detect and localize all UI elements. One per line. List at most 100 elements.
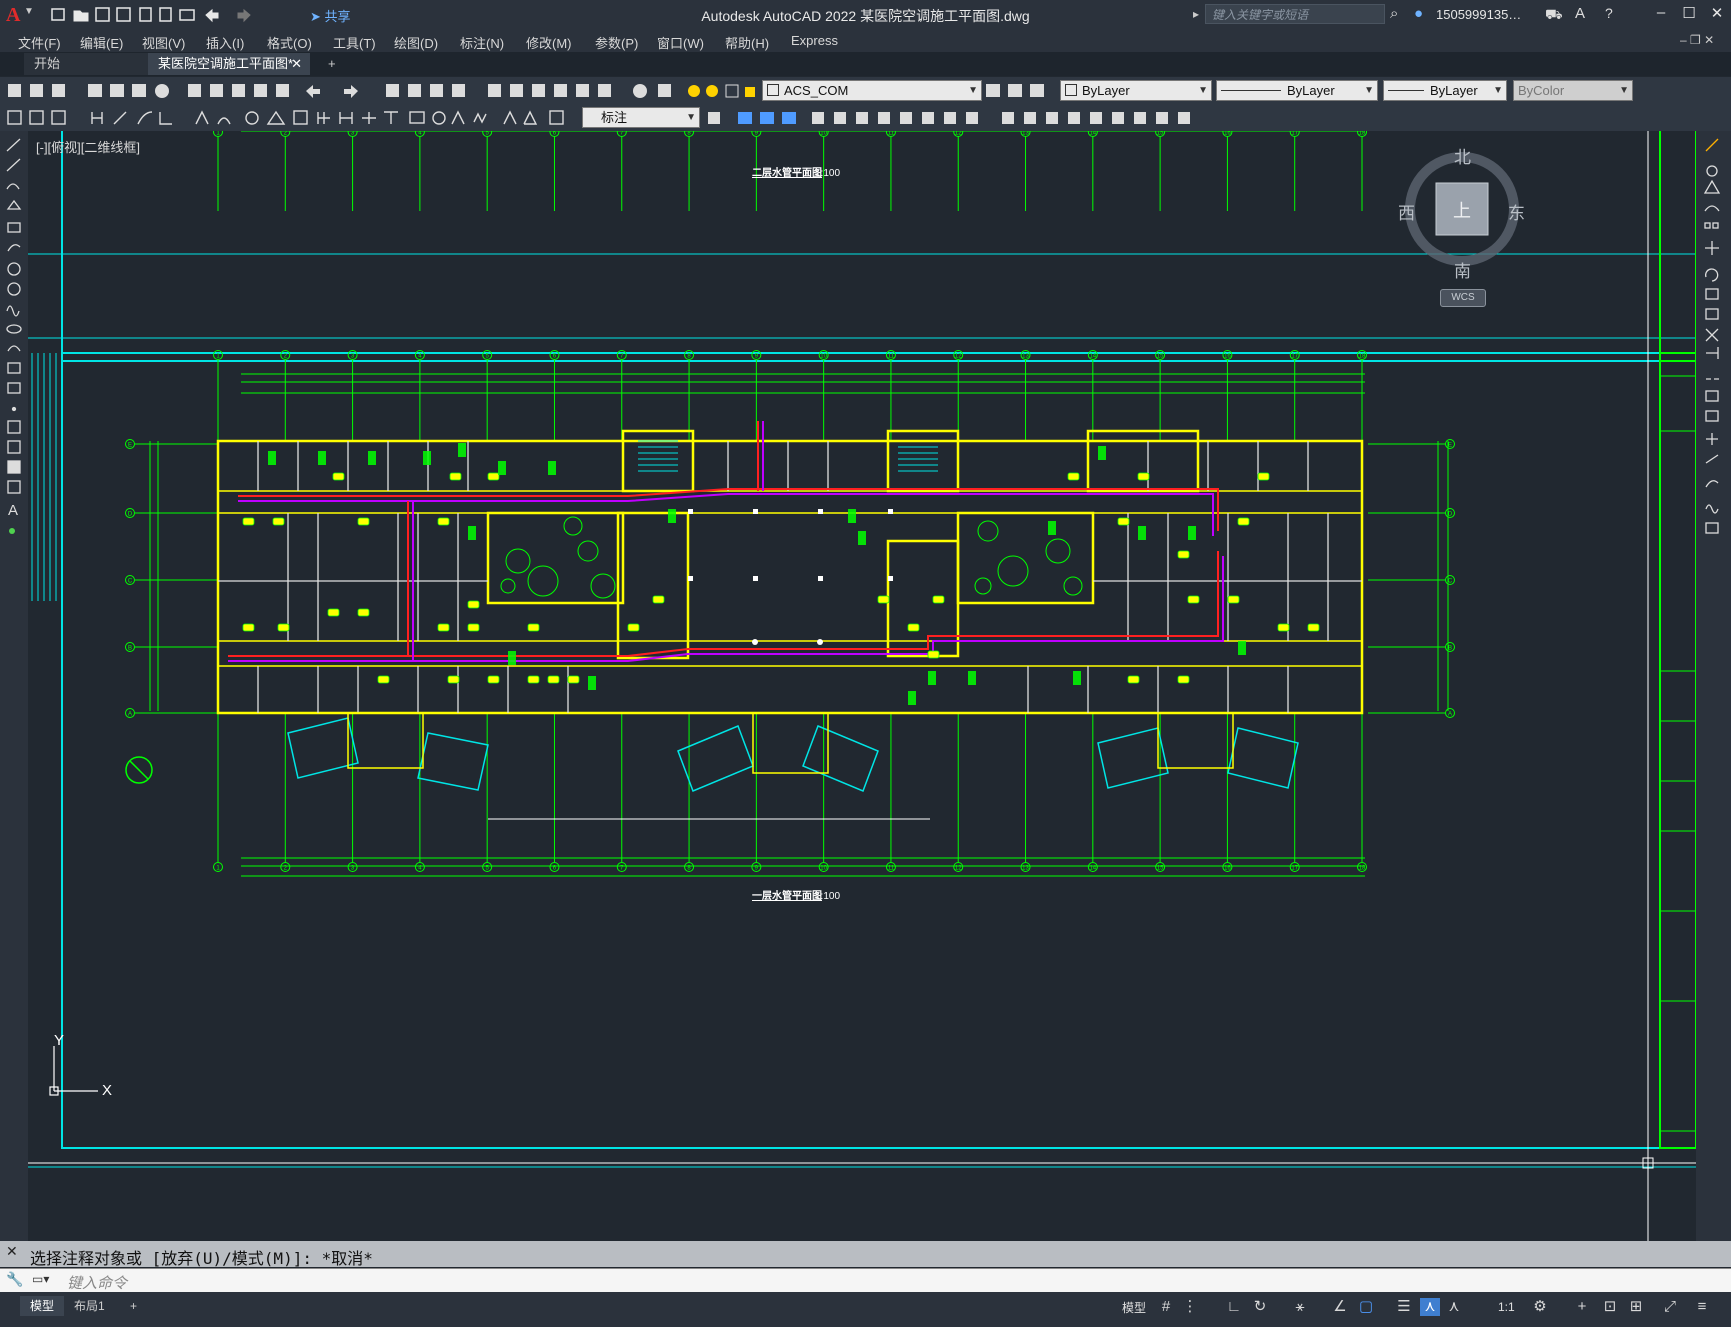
ortho-icon[interactable]: ∟ <box>1224 1298 1244 1316</box>
erase-icon <box>1705 138 1719 152</box>
isodraft-icon[interactable]: ⚹ <box>1290 1298 1310 1316</box>
menu-insert[interactable]: 插入(I) <box>206 33 244 52</box>
autodesk-app-icon[interactable]: A <box>1575 5 1585 22</box>
menu-edit[interactable]: 编辑(E) <box>80 33 123 52</box>
save-icon <box>52 84 65 97</box>
help-icon[interactable]: ? <box>1605 5 1613 21</box>
command-line: 🔧 ▭▾ 键入命令 <box>0 1268 1731 1293</box>
dimension-toolbar-icons[interactable] <box>6 108 576 128</box>
workspace-gear-icon[interactable]: ⚙ <box>1530 1298 1550 1316</box>
axis-letter: B <box>1448 646 1452 652</box>
fan-coil-unit <box>272 517 285 526</box>
menu-draw[interactable]: 绘图(D) <box>394 33 438 52</box>
lineweight-display-icon[interactable]: ☰ <box>1394 1298 1414 1316</box>
axis-number: 11 <box>888 866 895 872</box>
standard-toolbar-icons[interactable] <box>6 81 676 101</box>
axis-number: 2 <box>284 354 288 360</box>
search-icon[interactable]: ⌕ <box>1390 5 1398 22</box>
close-command-icon[interactable]: ✕ <box>6 1243 18 1260</box>
isolate-objects-icon[interactable]: ⊡ <box>1600 1298 1620 1316</box>
user-name[interactable]: 1505999135… <box>1436 7 1521 22</box>
menu-file[interactable]: 文件(F) <box>18 33 61 52</box>
equipment-tag <box>928 671 936 685</box>
search-expand-icon[interactable]: ▸ <box>1193 7 1199 21</box>
doc-window-controls[interactable]: – ❐ ✕ <box>1680 33 1714 47</box>
menu-window[interactable]: 窗口(W) <box>657 33 704 52</box>
minimize-icon[interactable]: – <box>1650 4 1672 24</box>
equipment-tag <box>968 671 976 685</box>
viewcube-north[interactable]: 北 <box>1454 143 1471 168</box>
menu-express[interactable]: Express <box>791 33 838 48</box>
draw-toolbar-icons[interactable]: A <box>0 131 28 591</box>
wcs-menu[interactable]: WCS <box>1440 289 1486 307</box>
viewcube[interactable]: 北 南 东 西 上 WCS <box>1392 139 1532 309</box>
equipment-tag <box>1048 521 1056 535</box>
tab-layout1[interactable]: 布局1 <box>64 1296 115 1316</box>
annotation-scale[interactable]: 1:1 <box>1498 1300 1515 1314</box>
tab-start[interactable]: 开始 <box>24 53 148 75</box>
color-dropdown[interactable]: ByLayer ▼ <box>1060 80 1212 101</box>
menu-dimension[interactable]: 标注(N) <box>460 33 504 52</box>
viewport-controls[interactable]: [-][俯视][二维线框] <box>36 137 140 156</box>
search-input[interactable]: 键入关键字或短语 <box>1205 4 1385 24</box>
tab-close-icon[interactable]: ✕ <box>291 53 302 75</box>
equipment-tag <box>1188 526 1196 540</box>
annotation-monitor-icon[interactable]: + <box>1572 1298 1592 1316</box>
annotation-visibility-icon[interactable]: ⋏ <box>1420 1298 1440 1316</box>
plotstyle-dropdown[interactable]: ByColor ▼ <box>1513 80 1633 101</box>
add-layout-button[interactable]: + <box>120 1296 147 1316</box>
customization-icon[interactable]: ≡ <box>1692 1298 1712 1316</box>
new-tab-button[interactable]: + <box>318 53 346 75</box>
drawing-canvas[interactable]: 1 2 3 4 5 6 7 8 9 10 11 12 13 14 15 16 17 18 1 2 3 4 5 6 7 8 9 10 1… <box>28 131 1696 1241</box>
dimstyle-dropdown[interactable]: 标注 ▼ <box>582 107 700 128</box>
close-icon[interactable]: ✕ <box>1706 4 1728 24</box>
hardware-acceleration-icon[interactable]: ⊞ <box>1626 1298 1646 1316</box>
grid-icon[interactable]: # <box>1156 1298 1176 1316</box>
viewcube-top-face[interactable]: 上 <box>1453 197 1471 223</box>
menu-tools[interactable]: 工具(T) <box>333 33 376 52</box>
axis-letter: B <box>128 646 132 652</box>
fan-coil-unit <box>437 517 450 526</box>
axis-number: 9 <box>755 354 759 360</box>
viewcube-east[interactable]: 东 <box>1508 199 1525 224</box>
dim-update-icon <box>549 110 564 125</box>
axis-letter: A <box>128 712 132 718</box>
object-snap-tracking-icon[interactable]: ∠ <box>1330 1298 1350 1316</box>
tab-model[interactable]: 模型 <box>20 1296 65 1316</box>
axis-bubbles-left: E D C B A <box>125 439 218 718</box>
menu-format[interactable]: 格式(O) <box>267 33 312 52</box>
customize-wrench-icon[interactable]: 🔧 <box>6 1271 23 1288</box>
cart-icon[interactable]: ⛟ <box>1545 6 1563 25</box>
dim-break-icon <box>384 111 398 124</box>
lineweight-dropdown[interactable]: ByLayer ▼ <box>1383 80 1507 101</box>
menu-modify[interactable]: 修改(M) <box>526 33 572 52</box>
arc-icon <box>7 244 21 252</box>
linetype-dropdown[interactable]: ByLayer ▼ <box>1216 80 1378 101</box>
snap-icon[interactable]: ⋮ <box>1180 1298 1200 1316</box>
object-snap-icon[interactable]: ▢ <box>1356 1298 1376 1316</box>
modify-toolbar-icons[interactable] <box>706 108 1226 128</box>
tab-active-drawing[interactable]: 某医院空调施工平面图* ✕ <box>148 53 310 75</box>
maximize-icon[interactable]: ☐ <box>1678 4 1700 24</box>
menu-parametric[interactable]: 参数(P) <box>595 33 638 52</box>
clean-screen-icon[interactable]: ⤢ <box>1660 1298 1680 1316</box>
layer-dropdown[interactable]: ACS_COM ▼ <box>762 80 982 101</box>
chevron-down-icon: ▼ <box>1364 85 1374 96</box>
recent-commands-icon[interactable]: ▭▾ <box>32 1272 49 1286</box>
modify-toolbar-side-icons[interactable] <box>1696 131 1731 551</box>
command-input[interactable]: 键入命令 <box>67 1272 127 1293</box>
menu-help[interactable]: 帮助(H) <box>725 33 769 52</box>
layer-state-icons[interactable] <box>686 81 766 101</box>
polar-icon[interactable]: ↻ <box>1250 1298 1270 1316</box>
user-icon[interactable]: ● <box>1414 5 1423 22</box>
viewcube-west[interactable]: 西 <box>1398 199 1415 224</box>
menu-view[interactable]: 视图(V) <box>142 33 185 52</box>
annotation-autoscale-icon[interactable]: ⋏ <box>1444 1298 1464 1316</box>
model-space-button[interactable]: 模型 <box>1122 1299 1146 1316</box>
layer-tools-icons[interactable] <box>984 81 1050 101</box>
dimstyle-manager-icon <box>708 112 720 124</box>
axis-number: 13 <box>1022 866 1029 872</box>
axis-number: 18 <box>1359 354 1366 360</box>
axis-number: 10 <box>820 354 827 360</box>
viewcube-south[interactable]: 南 <box>1454 257 1471 282</box>
